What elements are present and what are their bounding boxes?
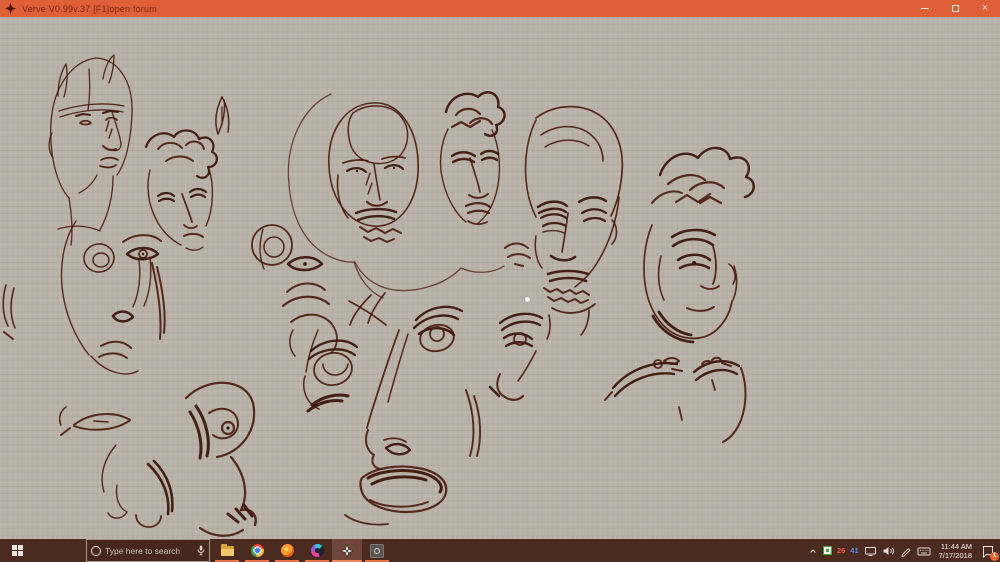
speaker-icon [882,545,895,557]
verve-star-icon [340,544,354,558]
brush-cursor [525,297,530,302]
capture-lens-icon [370,544,384,558]
face-sketch-scribble-hair [644,148,754,342]
close-icon: × [982,3,988,14]
pen-icon [900,545,912,557]
window-titlebar: Verve V0.99v.37 [F1]open forum × [0,0,1000,17]
tray-network[interactable] [864,545,877,557]
cortana-icon [91,546,101,556]
face-sketch-lower-left-cluster [60,383,256,536]
microphone-icon[interactable] [197,545,205,556]
tray-touch-keyboard[interactable] [917,545,931,557]
keyboard-icon [917,545,931,557]
taskbar-search[interactable] [86,539,210,562]
taskbar-app-capture[interactable] [362,539,392,562]
file-explorer-icon [221,546,234,556]
windows-logo-icon [12,545,23,556]
sketch-layer [0,17,1000,539]
paint-swirl-icon [311,544,324,557]
restore-button[interactable] [940,0,970,17]
taskbar-apps [212,539,392,562]
tray-monitor-red-value[interactable]: 26 [837,546,845,555]
desktop: Verve V0.99v.37 [F1]open forum × [0,0,1000,562]
taskbar-clock[interactable]: 11:44 AM 7/17/2018 [936,542,975,560]
face-sketch-dark-hair [441,92,530,266]
face-sketch-brow-studies [605,358,746,442]
face-sketch-eye-study [490,314,542,400]
tray-green-utility-icon[interactable] [823,546,832,555]
taskbar-app-firefox[interactable] [272,539,302,562]
face-sketch-curly-hair [146,130,217,250]
face-sketch-outlined [525,107,622,339]
taskbar-app-file-explorer[interactable] [212,539,242,562]
taskbar-app-paint[interactable] [302,539,332,562]
window-controls: × [910,0,1000,17]
chrome-icon [251,544,264,557]
clock-date: 7/17/2018 [939,551,972,560]
clock-time: 11:44 AM [939,542,972,551]
taskbar-app-verve-active[interactable] [332,539,362,562]
chevron-up-icon [808,546,818,556]
action-center-button[interactable]: 1 [980,543,996,559]
face-sketch-edge-fragments [3,285,295,356]
restore-icon [952,5,959,12]
taskbar: 26 41 [0,539,1000,562]
tray-volume[interactable] [882,545,895,557]
face-sketch-open-mouth [304,293,480,525]
minimize-button[interactable] [910,0,940,17]
face-sketch-leaf [216,97,229,134]
window-title: Verve V0.99v.37 [F1]open forum [22,4,157,14]
hidden-icons-chevron[interactable] [808,546,818,556]
face-sketch-spiral-waves [252,225,337,353]
display-network-icon [864,545,877,557]
drawing-canvas[interactable] [0,17,1000,539]
verve-app-icon [5,3,16,14]
search-input[interactable] [101,546,197,556]
tray-pen[interactable] [900,545,912,557]
system-tray: 26 41 [808,539,1000,562]
start-button[interactable] [0,539,34,562]
minimize-icon [921,8,929,9]
close-button[interactable]: × [970,0,1000,17]
tray-monitor-blue-value[interactable]: 41 [850,546,858,555]
firefox-icon [281,544,294,557]
face-sketch-ring-eyes [61,221,164,374]
taskbar-app-chrome[interactable] [242,539,272,562]
notification-badge: 1 [990,552,999,561]
face-sketch-bald-head [49,55,132,245]
